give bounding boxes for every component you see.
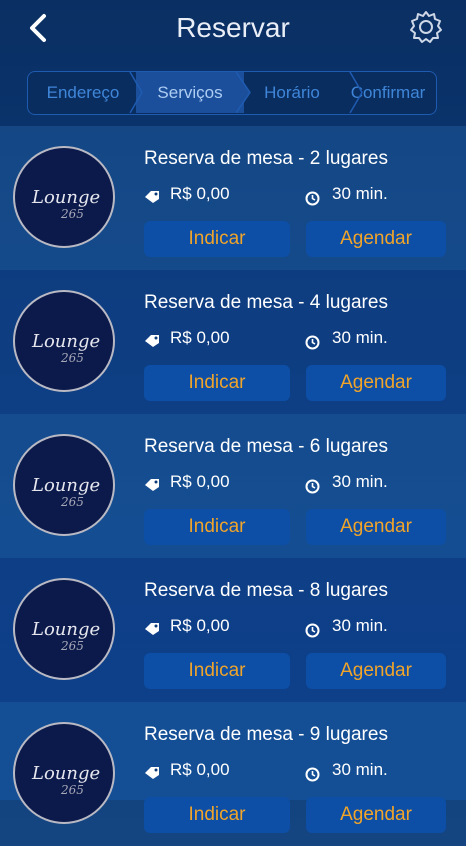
- page-title: Reservar: [176, 12, 290, 43]
- service-card[interactable]: Lounge 265 Reserva de mesa - 6 lugares R…: [0, 414, 466, 558]
- agendar-button[interactable]: Agendar: [306, 797, 446, 833]
- svg-text:Lounge: Lounge: [31, 475, 100, 496]
- agendar-button[interactable]: Agendar: [306, 221, 446, 257]
- step-endereco[interactable]: Endereço: [28, 72, 138, 113]
- service-card[interactable]: Lounge 265 Reserva de mesa - 8 lugares R…: [0, 558, 466, 702]
- service-title: Reserva de mesa - 4 lugares: [144, 292, 388, 313]
- svg-text:265: 265: [60, 207, 84, 221]
- service-price: R$ 0,00: [170, 616, 230, 635]
- services-list: Lounge 265 Reserva de mesa - 2 lugares R…: [0, 126, 466, 846]
- step-divider-icon: [129, 72, 143, 113]
- tag-icon: [145, 623, 159, 635]
- step-horario[interactable]: Horário: [244, 72, 340, 113]
- lounge-logo: Lounge 265: [13, 578, 115, 680]
- step-divider-icon: [349, 72, 363, 113]
- svg-text:Lounge: Lounge: [31, 619, 100, 640]
- service-price: R$ 0,00: [170, 328, 230, 347]
- step-divider-icon: [236, 72, 251, 113]
- clock-icon: [305, 479, 320, 494]
- lounge-logo: Lounge 265: [13, 290, 115, 392]
- indicar-button[interactable]: Indicar: [144, 797, 290, 833]
- clock-icon: [305, 623, 320, 638]
- service-title: Reserva de mesa - 9 lugares: [144, 724, 388, 745]
- indicar-button[interactable]: Indicar: [144, 509, 290, 545]
- service-duration: 30 min.: [332, 760, 388, 779]
- lounge-logo: Lounge 265: [13, 722, 115, 824]
- service-duration: 30 min.: [332, 184, 388, 203]
- service-duration: 30 min.: [332, 616, 388, 635]
- indicar-button[interactable]: Indicar: [144, 365, 290, 401]
- svg-text:265: 265: [60, 639, 84, 653]
- service-price: R$ 0,00: [170, 472, 230, 491]
- indicar-button[interactable]: Indicar: [144, 653, 290, 689]
- clock-icon: [305, 191, 320, 206]
- tag-icon: [145, 191, 159, 203]
- service-duration: 30 min.: [332, 472, 388, 491]
- step-servicos[interactable]: Serviços: [136, 72, 244, 113]
- clock-icon: [305, 767, 320, 782]
- service-title: Reserva de mesa - 2 lugares: [144, 148, 388, 169]
- service-title: Reserva de mesa - 8 lugares: [144, 580, 388, 601]
- agendar-button[interactable]: Agendar: [306, 365, 446, 401]
- service-card[interactable]: Lounge 265 Reserva de mesa - 4 lugares R…: [0, 270, 466, 414]
- svg-text:Lounge: Lounge: [31, 763, 100, 784]
- clock-icon: [305, 335, 320, 350]
- tag-icon: [145, 479, 159, 491]
- svg-text:265: 265: [60, 351, 84, 365]
- lounge-logo: Lounge 265: [13, 434, 115, 536]
- service-price: R$ 0,00: [170, 760, 230, 779]
- service-duration: 30 min.: [332, 328, 388, 347]
- app-header: Reservar: [0, 0, 466, 58]
- service-card[interactable]: Lounge 265 Reserva de mesa - 9 lugares R…: [0, 702, 466, 846]
- svg-text:265: 265: [60, 495, 84, 509]
- indicar-button[interactable]: Indicar: [144, 221, 290, 257]
- agendar-button[interactable]: Agendar: [306, 653, 446, 689]
- svg-text:Lounge: Lounge: [31, 331, 100, 352]
- step-progress: Endereço Serviços Horário Confirmar: [27, 71, 437, 115]
- gear-icon[interactable]: [408, 9, 444, 45]
- tag-icon: [145, 767, 159, 779]
- tag-icon: [145, 335, 159, 347]
- service-title: Reserva de mesa - 6 lugares: [144, 436, 388, 457]
- service-price: R$ 0,00: [170, 184, 230, 203]
- svg-text:265: 265: [60, 783, 84, 797]
- lounge-logo: Lounge 265: [13, 146, 115, 248]
- svg-text:Lounge: Lounge: [31, 187, 100, 208]
- service-card[interactable]: Lounge 265 Reserva de mesa - 2 lugares R…: [0, 126, 466, 270]
- agendar-button[interactable]: Agendar: [306, 509, 446, 545]
